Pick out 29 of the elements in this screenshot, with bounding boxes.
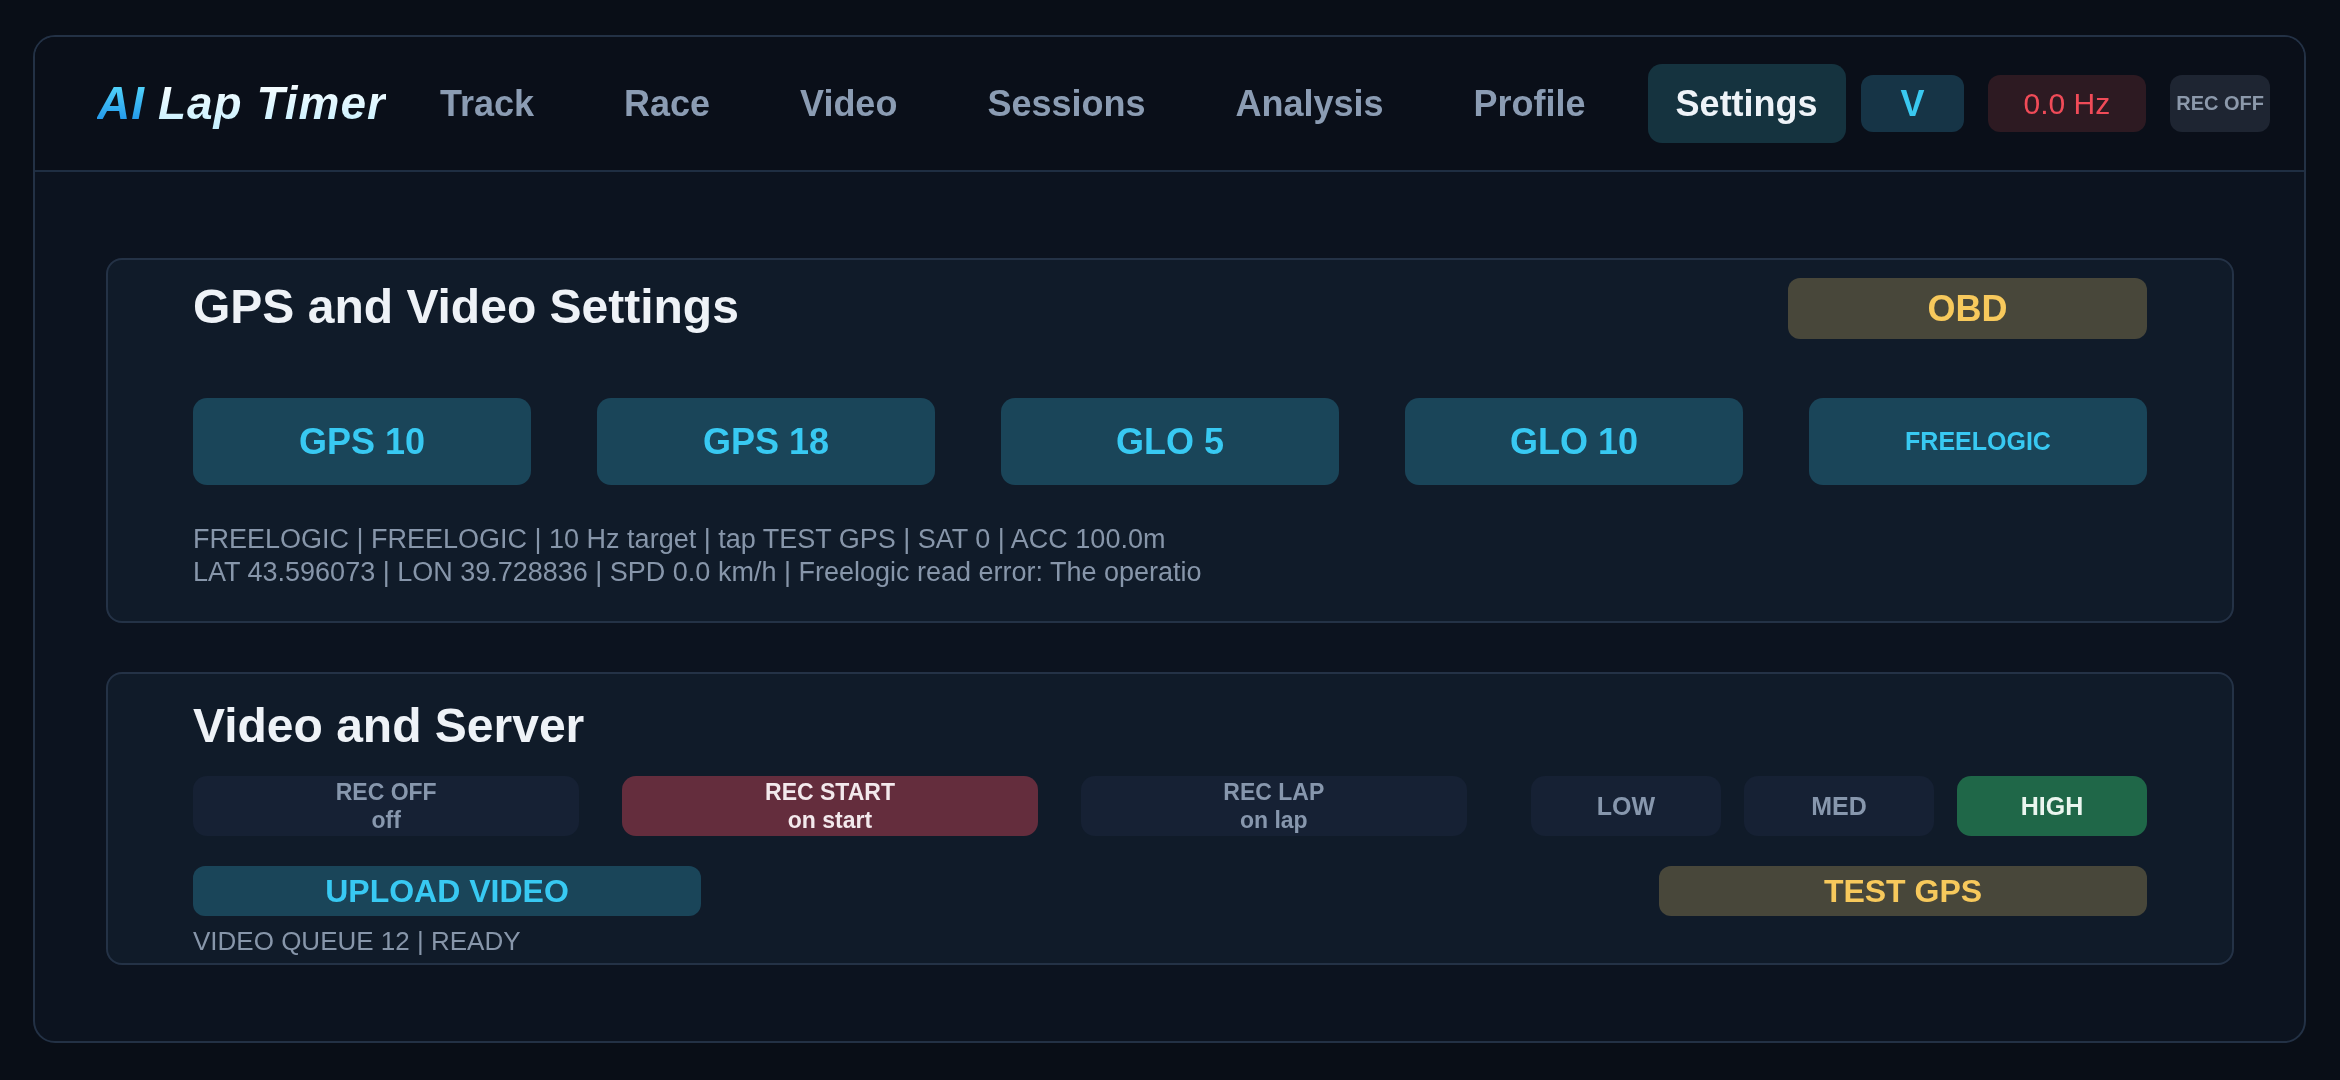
gps-mode-button[interactable]: GPS 10	[193, 398, 531, 485]
gps-mode-button[interactable]: GPS 18	[597, 398, 935, 485]
queue-status-text: VIDEO QUEUE 12 | READY	[193, 926, 521, 956]
status-badge: V	[1861, 75, 1964, 132]
test-gps-button[interactable]: TEST GPS	[1659, 866, 2147, 916]
gps-mode-button[interactable]: GLO 10	[1405, 398, 1743, 485]
quality-button[interactable]: MED	[1744, 776, 1934, 836]
status-text: LAT 43.596073 | LON 39.728836 | SPD 0.0 km/h | Freelogic read error: The operatio	[193, 556, 1202, 589]
card-title: Video and Server	[193, 698, 585, 754]
nav-tab[interactable]: Sessions	[959, 64, 1174, 143]
upload-video-button[interactable]: UPLOAD VIDEO	[193, 866, 701, 916]
record-mode-button[interactable]: REC START on start	[622, 776, 1038, 836]
obd-button[interactable]: OBD	[1788, 278, 2147, 339]
nav-tab[interactable]: Settings	[1647, 64, 1846, 143]
nav-tab[interactable]: Analysis	[1207, 64, 1412, 143]
quality-button[interactable]: HIGH	[1957, 776, 2147, 836]
record-mode-button[interactable]: REC LAP on lap	[1080, 776, 1467, 836]
card-title: GPS and Video Settings	[193, 279, 739, 335]
nav-tab[interactable]: Profile	[1445, 64, 1614, 143]
nav-tab[interactable]: Track	[411, 64, 562, 143]
nav-tab[interactable]: Video	[772, 64, 926, 143]
gps-mode-button[interactable]: FREELOGIC	[1809, 398, 2147, 485]
status-badge: 0.0 Hz	[1987, 75, 2147, 132]
quality-button[interactable]: LOW	[1531, 776, 1721, 836]
status-badge: REC OFF	[2170, 75, 2270, 132]
status-text: FREELOGIC | FREELOGIC | 10 Hz target | tap TEST GPS | SAT 0 | ACC 100.0m	[193, 523, 1166, 556]
gps-mode-button[interactable]: GLO 5	[1001, 398, 1339, 485]
nav-tab[interactable]: Race	[595, 64, 738, 143]
record-mode-button[interactable]: REC OFF off	[193, 776, 580, 836]
